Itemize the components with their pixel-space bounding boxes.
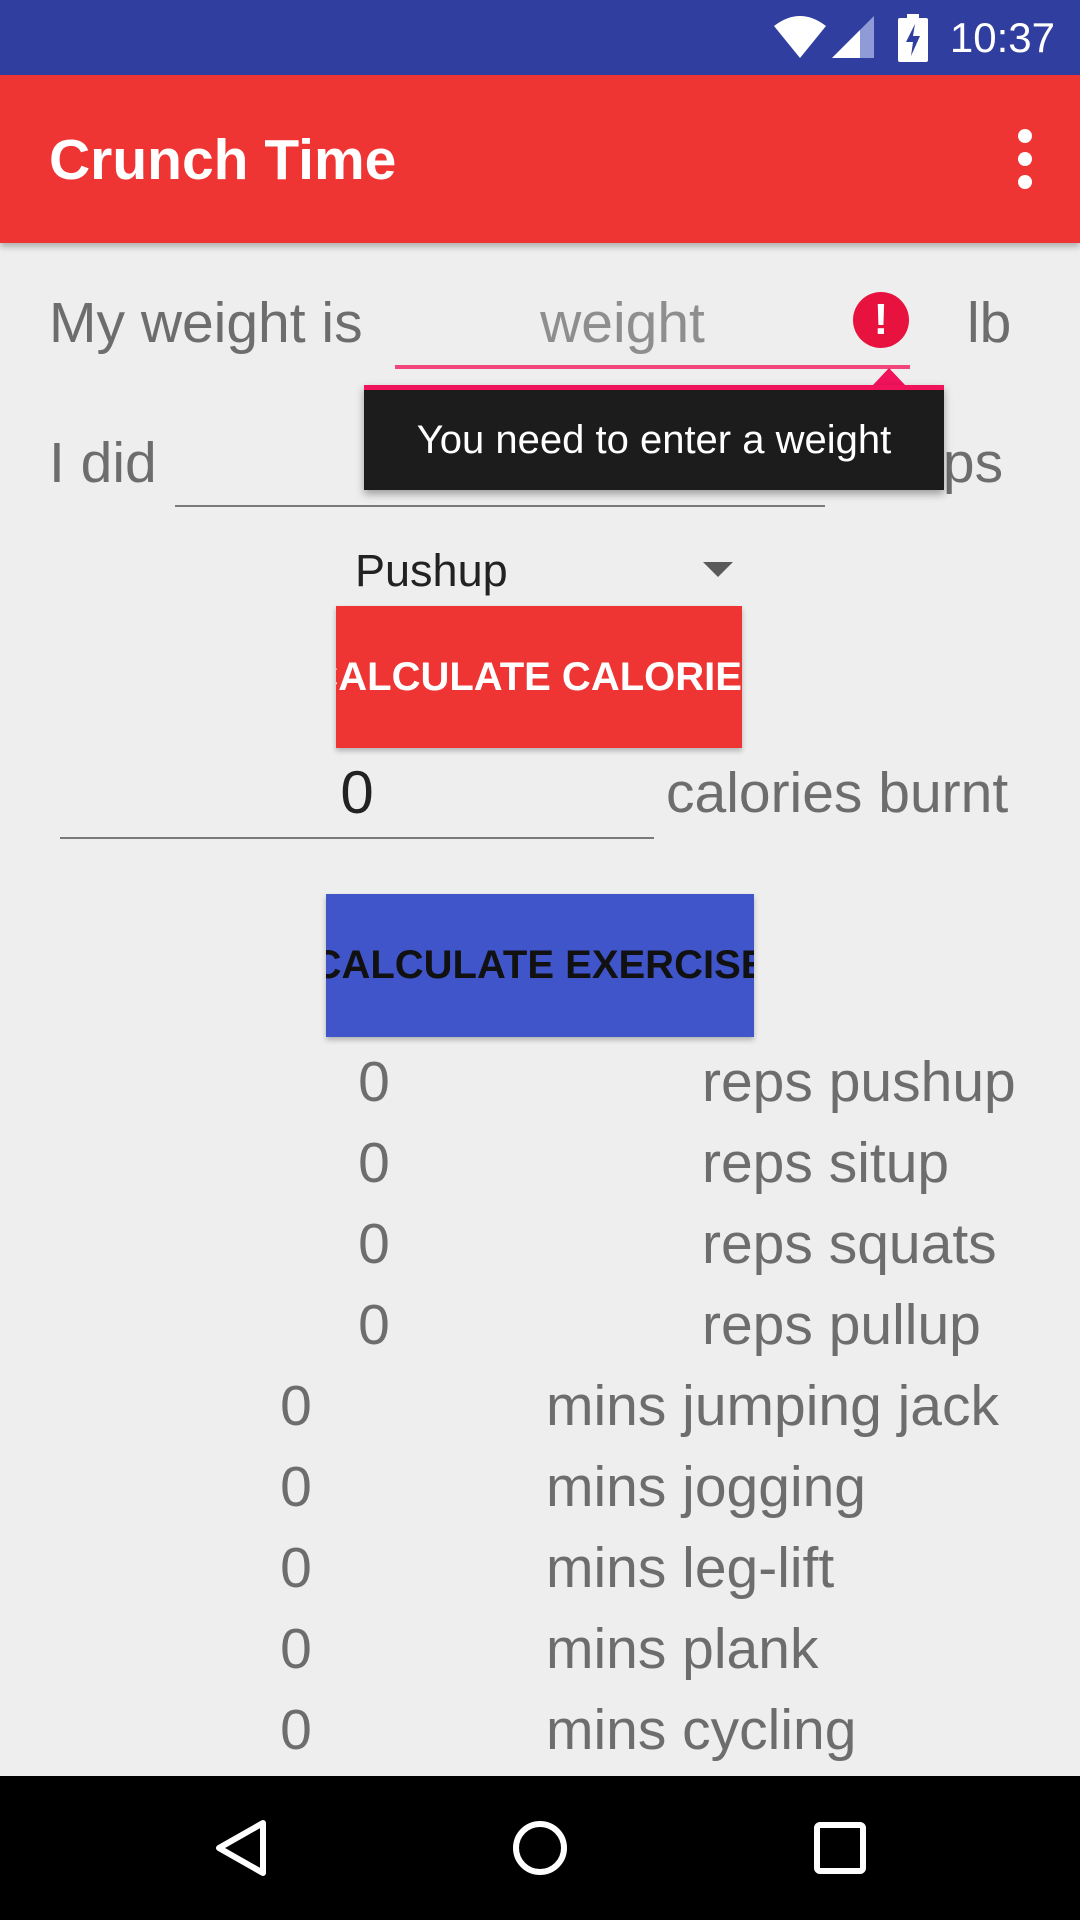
result-value: 0 [280, 1455, 312, 1519]
result-label: reps pushup [702, 1050, 1016, 1114]
result-label: reps squats [702, 1212, 997, 1276]
result-value: 0 [358, 1131, 390, 1195]
signal-icon [832, 16, 874, 58]
navigation-bar [0, 1776, 1080, 1920]
spinner-value: Pushup [355, 545, 508, 596]
recents-icon[interactable] [805, 1813, 875, 1883]
result-value: 0 [358, 1293, 390, 1357]
app-bar: Crunch Time [0, 75, 1080, 243]
calories-value: 0 [340, 759, 374, 826]
calculate-exercise-button[interactable]: CALCULATE EXERCISE [326, 894, 754, 1037]
error-message: You need to enter a weight [416, 418, 892, 462]
menu-dot [1018, 129, 1032, 143]
calories-underline [60, 837, 654, 839]
more-vert-icon[interactable] [990, 119, 1060, 199]
result-label: mins jogging [546, 1455, 867, 1519]
menu-dot [1018, 152, 1032, 166]
result-value: 0 [358, 1050, 390, 1114]
result-label: mins leg-lift [546, 1536, 835, 1600]
dropdown-arrow-icon [703, 562, 733, 577]
result-value: 0 [280, 1617, 312, 1681]
result-label: mins jumping jack [546, 1374, 999, 1438]
battery-charging-icon [898, 14, 928, 62]
calculate-calories-button[interactable]: CALCULATE CALORIES [336, 606, 742, 748]
weight-underline [395, 365, 910, 369]
app-title: Crunch Time [49, 128, 397, 192]
result-value: 0 [358, 1212, 390, 1276]
back-icon[interactable] [205, 1813, 275, 1883]
clock: 10:37 [949, 14, 1055, 61]
exercise-spinner[interactable]: Pushup [355, 540, 740, 602]
wifi-icon [774, 16, 826, 58]
result-label: reps situp [702, 1131, 950, 1195]
weight-input[interactable]: weight [395, 280, 910, 370]
result-label: mins cycling [546, 1698, 857, 1762]
result-label: reps pullup [702, 1293, 981, 1357]
result-value: 0 [280, 1536, 312, 1600]
home-icon[interactable] [505, 1813, 575, 1883]
amount-underline [175, 505, 825, 507]
tooltip-arrow [873, 368, 905, 385]
result-value: 0 [280, 1374, 312, 1438]
calculate-calories-label: CALCULATE CALORIES [336, 654, 742, 699]
weight-placeholder: weight [540, 291, 705, 355]
menu-dot [1018, 175, 1032, 189]
weight-label: My weight is [49, 291, 363, 355]
weight-unit: lb [967, 291, 1012, 355]
calculate-exercise-label: CALCULATE EXERCISE [326, 943, 754, 987]
result-label: mins plank [546, 1617, 819, 1681]
status-bar: 10:37 [0, 0, 1080, 75]
amount-label: I did [49, 431, 157, 495]
app-screen: 10:37 Crunch Time My weight is weight ! … [0, 0, 1080, 1920]
result-value: 0 [280, 1698, 312, 1762]
error-tooltip: You need to enter a weight [364, 385, 944, 490]
error-icon[interactable]: ! [853, 292, 909, 348]
calories-label: calories burnt [666, 761, 1009, 825]
